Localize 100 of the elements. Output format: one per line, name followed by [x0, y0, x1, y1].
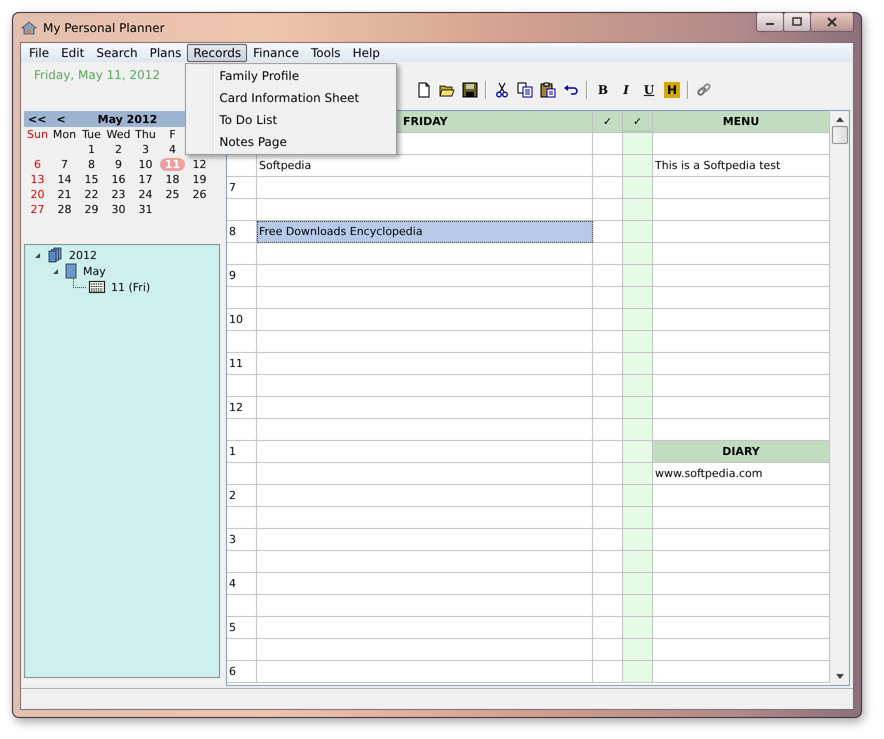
- calendar-day[interactable]: 18: [164, 173, 182, 186]
- calendar-day[interactable]: 1: [86, 143, 97, 156]
- table-cell[interactable]: [257, 507, 593, 529]
- table-cell[interactable]: [257, 375, 593, 397]
- calendar-day[interactable]: 25: [164, 188, 182, 201]
- vertical-scrollbar[interactable]: [830, 111, 849, 685]
- table-cell[interactable]: [257, 573, 593, 595]
- table-cell[interactable]: [257, 309, 593, 331]
- bold-button[interactable]: B: [595, 82, 611, 98]
- table-cell: [227, 155, 257, 177]
- table-cell[interactable]: [257, 353, 593, 375]
- menu-item[interactable]: File: [23, 44, 56, 62]
- table-cell: [227, 463, 257, 485]
- calendar-day[interactable]: 30: [110, 203, 128, 216]
- table-cell[interactable]: [257, 595, 593, 617]
- table-cell: [227, 419, 257, 441]
- menu-item[interactable]: Search: [90, 44, 144, 62]
- expanded-arrow-icon[interactable]: [35, 252, 40, 258]
- hour-label: 11: [227, 353, 257, 375]
- weekday-label: Mon: [52, 128, 78, 141]
- menu-item[interactable]: Edit: [55, 44, 90, 62]
- menu-item[interactable]: Plans: [144, 44, 188, 62]
- calendar-day[interactable]: 31: [136, 203, 154, 216]
- calendar-day[interactable]: 8: [86, 158, 97, 171]
- copy-icon[interactable]: [517, 82, 533, 98]
- table-cell[interactable]: [257, 243, 593, 265]
- window-title: My Personal Planner: [43, 20, 165, 34]
- table-cell[interactable]: [257, 529, 593, 551]
- calendar-day[interactable]: 14: [56, 173, 74, 186]
- calendar-day[interactable]: 12: [190, 158, 208, 171]
- table-cell[interactable]: [257, 463, 593, 485]
- italic-button[interactable]: I: [618, 82, 634, 98]
- calendar-day[interactable]: 24: [136, 188, 154, 201]
- table-cell[interactable]: [257, 617, 593, 639]
- tree-item[interactable]: 11 (Fri): [111, 280, 150, 294]
- menu-item[interactable]: Help: [346, 44, 386, 62]
- table-cell[interactable]: [257, 397, 593, 419]
- menu-item[interactable]: Records: [187, 44, 248, 62]
- nav-button[interactable]: <: [56, 112, 66, 126]
- check-cell: [623, 199, 653, 221]
- chain-link-icon[interactable]: [696, 82, 712, 98]
- calendar-day[interactable]: 9: [113, 158, 124, 171]
- table-cell[interactable]: [257, 287, 593, 309]
- menu-item[interactable]: Finance: [247, 44, 305, 62]
- table-cell[interactable]: [257, 177, 593, 199]
- table-cell[interactable]: [257, 331, 593, 353]
- menu-option[interactable]: Card Information Sheet: [186, 86, 396, 108]
- undo-icon[interactable]: [563, 82, 579, 98]
- maximize-icon: [792, 17, 802, 27]
- menu-item[interactable]: Tools: [305, 44, 347, 62]
- calendar-day[interactable]: 15: [82, 173, 100, 186]
- scissors-icon[interactable]: [494, 82, 510, 98]
- scroll-down-icon[interactable]: [836, 674, 844, 679]
- calendar-day[interactable]: 16: [110, 173, 128, 186]
- calendar-day[interactable]: 3: [140, 143, 151, 156]
- table-cell[interactable]: [257, 441, 593, 463]
- highlight-button[interactable]: H: [664, 82, 680, 98]
- calendar-day[interactable]: 7: [59, 158, 70, 171]
- calendar-day[interactable]: 20: [28, 188, 46, 201]
- table-cell[interactable]: [257, 661, 593, 683]
- calendar-day[interactable]: 29: [82, 203, 100, 216]
- calendar-day[interactable]: 19: [190, 173, 208, 186]
- calendar-day[interactable]: 6: [32, 158, 43, 171]
- hour-label: 7: [227, 177, 257, 199]
- underline-button[interactable]: U: [641, 82, 657, 98]
- tree-item[interactable]: May: [83, 264, 106, 278]
- minimize-button[interactable]: [756, 12, 784, 32]
- calendar-day[interactable]: 17: [136, 173, 154, 186]
- calendar-day[interactable]: 13: [28, 173, 46, 186]
- check-cell: [623, 617, 653, 639]
- scrollbar-thumb[interactable]: [832, 126, 848, 144]
- calendar-day[interactable]: 22: [82, 188, 100, 201]
- scroll-up-icon[interactable]: [836, 117, 844, 122]
- expanded-arrow-icon[interactable]: [53, 268, 58, 274]
- table-cell[interactable]: [257, 639, 593, 661]
- new-document-icon[interactable]: [416, 82, 432, 98]
- nav-button[interactable]: <<: [28, 112, 46, 126]
- table-cell[interactable]: [257, 265, 593, 287]
- clipboard-icon[interactable]: [540, 82, 556, 98]
- close-button[interactable]: [810, 12, 854, 32]
- calendar-day[interactable]: 26: [190, 188, 208, 201]
- check-cell: [623, 221, 653, 243]
- planner-entry[interactable]: Free Downloads Encyclopedia: [257, 221, 593, 243]
- calendar-day[interactable]: 4: [167, 143, 178, 156]
- calendar-day[interactable]: 2: [113, 143, 124, 156]
- menu-option[interactable]: Family Profile: [186, 64, 396, 86]
- calendar-day[interactable]: 10: [136, 158, 154, 171]
- save-icon[interactable]: [462, 82, 478, 98]
- table-cell[interactable]: [257, 485, 593, 507]
- maximize-button[interactable]: [783, 12, 811, 32]
- tree-item[interactable]: 2012: [69, 248, 97, 262]
- menu-option[interactable]: Notes Page: [186, 130, 396, 152]
- planner-entry[interactable]: Softpedia: [257, 155, 593, 177]
- calendar-day[interactable]: 21: [56, 188, 74, 201]
- table-cell[interactable]: [257, 419, 593, 441]
- calendar-day[interactable]: 28: [56, 203, 74, 216]
- calendar-day[interactable]: 27: [28, 203, 46, 216]
- check-cell: [623, 573, 653, 595]
- calendar-day[interactable]: 23: [110, 188, 128, 201]
- table-cell[interactable]: [257, 551, 593, 573]
